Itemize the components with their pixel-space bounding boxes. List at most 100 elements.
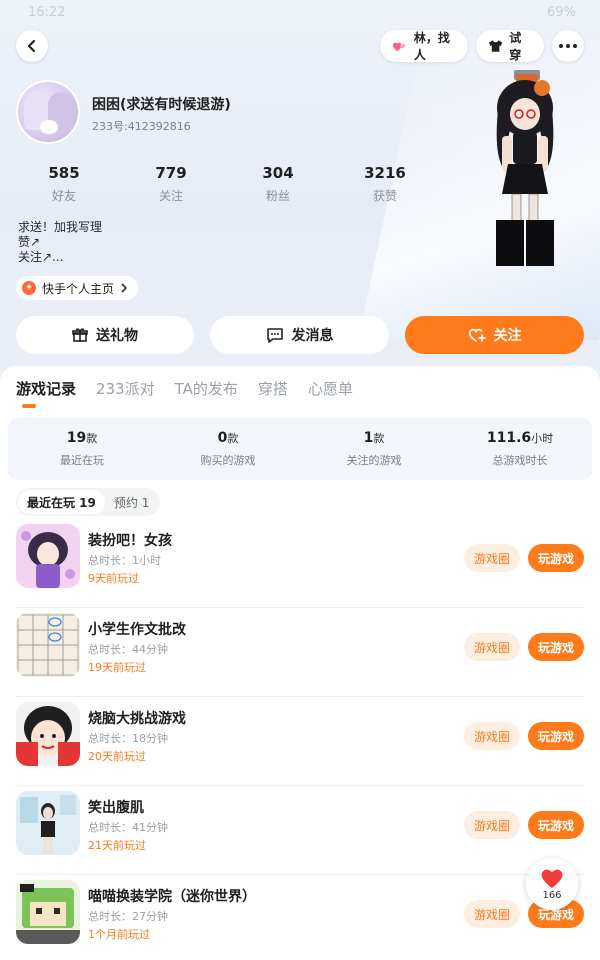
tab-outfits[interactable]: 穿搭 xyxy=(258,378,288,408)
stat-following[interactable]: 779 关注 xyxy=(121,164,221,204)
summary-value: 1 xyxy=(363,430,374,446)
summary-followed-games[interactable]: 1款 关注的游戏 xyxy=(304,430,444,468)
user-id: 233号:412392816 xyxy=(92,120,191,133)
summary-label: 最近在玩 xyxy=(60,454,104,467)
find-people-button[interactable]: 林，找人 xyxy=(380,30,468,62)
active-tab-indicator xyxy=(22,404,36,408)
game-circle-button[interactable]: 游戏圈 xyxy=(464,633,520,661)
game-last-played: 19天前玩过 xyxy=(88,661,146,674)
chevron-right-icon xyxy=(121,283,128,293)
play-game-button[interactable]: 玩游戏 xyxy=(528,633,584,661)
game-row[interactable]: 烧脑大挑战游戏 总时长：18分钟 20天前玩过 游戏圈 玩游戏 xyxy=(0,698,600,786)
game-row[interactable]: 装扮吧！女孩 总时长：1小时 9天前玩过 游戏圈 玩游戏 xyxy=(0,520,600,608)
summary-unit: 款 xyxy=(227,432,239,445)
game-icon-essay-grading xyxy=(16,613,80,677)
stat-likes[interactable]: 3216 获赞 xyxy=(335,164,435,204)
stat-friends[interactable]: 585 好友 xyxy=(14,164,114,204)
game-duration: 总时长：18分钟 xyxy=(88,732,168,745)
summary-purchased[interactable]: 0款 购买的游戏 xyxy=(158,430,298,468)
tshirt-icon xyxy=(488,40,503,52)
stat-label: 好友 xyxy=(51,189,76,203)
subtab-reserved[interactable]: 预约 1 xyxy=(105,490,158,514)
tab-wishlist[interactable]: 心愿单 xyxy=(308,378,353,408)
avatar-character[interactable] xyxy=(480,70,570,280)
gift-icon xyxy=(72,328,88,342)
subtab-recently-played[interactable]: 最近在玩 19 xyxy=(18,490,105,514)
summary-recently-played[interactable]: 19款 最近在玩 xyxy=(12,430,152,468)
try-on-button[interactable]: 试穿 xyxy=(476,30,544,62)
profile-stats: 585 好友 779 关注 304 粉丝 3216 获赞 xyxy=(14,164,434,206)
back-button[interactable] xyxy=(16,30,48,62)
summary-total-playtime[interactable]: 111.6小时 总游戏时长 xyxy=(450,430,590,468)
game-last-played: 1个月前玩过 xyxy=(88,928,150,941)
play-game-button[interactable]: 玩游戏 xyxy=(528,544,584,572)
battery-level: 69% xyxy=(547,5,576,20)
bio[interactable]: 求送！加我写理 赞↗ 关注↗... xyxy=(18,220,102,265)
summary-unit: 小时 xyxy=(531,432,554,445)
game-name: 装扮吧！女孩 xyxy=(88,533,172,549)
bio-line: 赞↗ xyxy=(18,235,41,249)
game-row[interactable]: 笑出腹肌 总时长：41分钟 21天前玩过 游戏圈 玩游戏 xyxy=(0,787,600,875)
kuaishou-homepage-link[interactable]: ✦ 快手个人主页 xyxy=(16,276,139,300)
summary-value: 111.6 xyxy=(486,430,532,446)
play-game-button[interactable]: 玩游戏 xyxy=(528,811,584,839)
game-name: 烧脑大挑战游戏 xyxy=(88,711,186,727)
game-name: 小学生作文批改 xyxy=(88,622,186,638)
send-message-button[interactable]: 发消息 xyxy=(210,316,389,354)
summary-label: 购买的游戏 xyxy=(200,454,256,467)
heart-icon xyxy=(541,869,563,888)
game-circle-button[interactable]: 游戏圈 xyxy=(464,811,520,839)
summary-unit: 款 xyxy=(86,432,98,445)
stat-followers[interactable]: 304 粉丝 xyxy=(228,164,328,204)
game-circle-button[interactable]: 游戏圈 xyxy=(464,544,520,572)
game-circle-button[interactable]: 游戏圈 xyxy=(464,722,520,750)
game-icon-dress-up-girl xyxy=(16,524,80,588)
game-filter-tabs: 最近在玩 19 预约 1 xyxy=(16,488,161,516)
status-bar: 16:22 69% xyxy=(0,0,600,24)
stat-label: 获赞 xyxy=(372,189,397,203)
more-button[interactable] xyxy=(552,30,584,62)
game-duration: 总时长：27分钟 xyxy=(88,910,168,923)
bio-line: 关注↗... xyxy=(18,250,64,264)
send-message-label: 发消息 xyxy=(291,328,334,344)
summary-value: 0 xyxy=(217,430,228,446)
game-duration: 总时长：41分钟 xyxy=(88,821,168,834)
game-duration: 总时长：1小时 xyxy=(88,554,161,567)
send-gift-button[interactable]: 送礼物 xyxy=(16,316,194,354)
summary-value: 19 xyxy=(66,430,87,446)
avatar[interactable] xyxy=(16,80,80,144)
find-people-label: 林，找人 xyxy=(413,31,450,62)
send-gift-label: 送礼物 xyxy=(96,328,138,344)
game-last-played: 21天前玩过 xyxy=(88,839,146,852)
tab-posts[interactable]: TA的发布 xyxy=(175,378,238,408)
tab-233-party[interactable]: 233派对 xyxy=(96,378,155,408)
profile-tabs: 游戏记录 233派对 TA的发布 穿搭 心愿单 xyxy=(16,378,353,408)
game-duration: 总时长：44分钟 xyxy=(88,643,168,656)
username: 困困(求送有时候退游) xyxy=(92,97,231,113)
game-icon-brain-challenge xyxy=(16,702,80,766)
like-count: 166 xyxy=(542,890,562,901)
like-float-button[interactable]: 166 xyxy=(526,858,578,910)
kuaishou-icon: ✦ xyxy=(22,281,36,295)
follow-button[interactable]: 关注 xyxy=(405,316,584,354)
game-row[interactable]: 小学生作文批改 总时长：44分钟 19天前玩过 游戏圈 玩游戏 xyxy=(0,609,600,697)
action-buttons: 送礼物 发消息 关注 xyxy=(16,316,584,354)
divider xyxy=(16,607,584,608)
stat-value: 3216 xyxy=(364,164,406,182)
game-row[interactable]: 喵喵换装学院（迷你世界） 总时长：27分钟 1个月前玩过 游戏圈 玩游戏 xyxy=(0,876,600,960)
heart-plus-icon xyxy=(468,328,486,342)
stat-label: 关注 xyxy=(158,189,183,203)
game-summary: 19款 最近在玩 0款 购买的游戏 1款 关注的游戏 111.6小时 总游戏时长 xyxy=(8,418,592,480)
game-circle-button[interactable]: 游戏圈 xyxy=(464,900,520,928)
message-icon xyxy=(266,328,283,343)
try-on-label: 试穿 xyxy=(509,31,522,62)
summary-unit: 款 xyxy=(373,432,385,445)
hearts-icon xyxy=(392,42,406,52)
play-game-button[interactable]: 玩游戏 xyxy=(528,722,584,750)
game-name: 笑出腹肌 xyxy=(88,800,144,816)
game-last-played: 20天前玩过 xyxy=(88,750,146,763)
status-time: 16:22 xyxy=(28,5,66,20)
summary-label: 关注的游戏 xyxy=(346,454,402,467)
follow-label: 关注 xyxy=(493,328,522,344)
content-panel: 游戏记录 233派对 TA的发布 穿搭 心愿单 19款 最近在玩 0款 购买的游… xyxy=(0,366,600,960)
